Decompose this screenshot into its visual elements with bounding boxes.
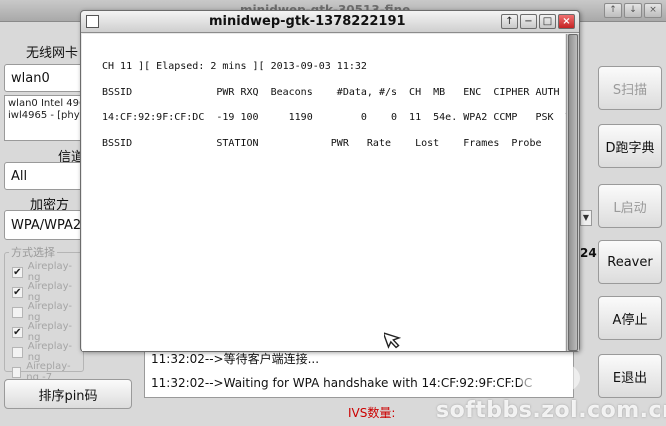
checkbox-unchecked-icon[interactable] [12, 306, 23, 318]
start-button[interactable]: L启动 [598, 184, 662, 228]
mouse-cursor-icon [384, 331, 402, 349]
mode-option[interactable]: Aireplay-ng [12, 301, 83, 323]
interface-info-line: wlan0 Intel 496 [8, 98, 84, 109]
checkbox-checked-icon[interactable]: ✔ [12, 286, 23, 298]
interface-info-line: iwl4965 - [phy0 [8, 110, 84, 121]
keep-above-icon[interactable]: ↑ [501, 14, 518, 29]
mode-option-label: Aireplay-ng [27, 321, 73, 343]
maximize-icon[interactable]: □ [539, 14, 556, 29]
terminal-status-line: CH 11 ][ Elapsed: 2 mins ][ 2013-09-03 1… [102, 61, 367, 72]
mode-option-label: Aireplay-ng [27, 281, 73, 303]
channel-select[interactable]: All [4, 162, 84, 190]
mode-option-label: Aireplay-ng [27, 261, 73, 283]
mode-option[interactable]: Aireplay-ng [12, 341, 83, 363]
scan-button[interactable]: S扫描 [598, 66, 662, 110]
log-line: 11:32:02-->Waiting for WPA handshake wit… [151, 376, 533, 390]
checkbox-checked-icon[interactable]: ✔ [12, 326, 23, 338]
terminal-controls: ↑ − □ × [501, 14, 575, 29]
scroll-down-icon[interactable]: ▼ [580, 210, 592, 226]
interface-label: 无线网卡 [26, 46, 79, 61]
log-area: 11:32:02-->等待客户端连接... 11:32:02-->Waiting… [144, 346, 574, 398]
mode-option[interactable]: ✔ Aireplay-ng [12, 281, 83, 303]
terminal-ap-header: BSSID PWR RXQ Beacons #Data, #/s CH MB E… [102, 87, 572, 98]
mode-option-label: Aireplay-ng [27, 341, 73, 363]
maximize-icon[interactable]: ↑ [604, 3, 622, 18]
terminal-output[interactable]: CH 11 ][ Elapsed: 2 mins ][ 2013-09-03 1… [82, 34, 572, 351]
minimize-icon[interactable]: ↓ [624, 3, 642, 18]
sort-pin-button[interactable]: 排序pin码 [4, 379, 132, 409]
terminal-scrollbar-thumb[interactable] [568, 34, 578, 351]
terminal-window[interactable]: minidwep-gtk-1378222191 ↑ − □ × CH 11 ][… [80, 10, 580, 352]
background-window-controls: ↑ ↓ × [604, 3, 662, 18]
mode-option[interactable]: ✔ Aireplay-ng [12, 321, 83, 343]
exit-button[interactable]: E退出 [598, 354, 662, 398]
interface-select[interactable]: wlan0 [4, 64, 84, 92]
dictionary-button[interactable]: D跑字典 [598, 124, 662, 168]
terminal-titlebar[interactable]: minidwep-gtk-1378222191 ↑ − □ × [81, 11, 579, 33]
mode-option-label: Aireplay-ng [27, 301, 73, 323]
mode-option[interactable]: ✔ Aireplay-ng [12, 261, 83, 283]
checkbox-unchecked-icon[interactable] [12, 366, 22, 378]
terminal-icon [86, 15, 99, 28]
stop-button[interactable]: A停止 [598, 296, 662, 340]
terminal-scrollbar[interactable] [566, 34, 579, 351]
watermark-bubble [520, 360, 580, 396]
watermark: softbbs.zol.com.cn [436, 398, 666, 423]
close-icon[interactable]: × [558, 14, 575, 29]
terminal-station-header: BSSID STATION PWR Rate Lost Frames Probe [102, 138, 542, 149]
close-icon[interactable]: × [644, 3, 662, 18]
interface-info-list: wlan0 Intel 496 iwl4965 - [phy0 [4, 95, 84, 141]
mode-group-title: 方式选择 [9, 244, 57, 260]
minimize-icon[interactable]: − [520, 14, 537, 29]
reaver-button[interactable]: Reaver [598, 240, 662, 284]
checkbox-checked-icon[interactable]: ✔ [12, 266, 23, 278]
mode-group: 方式选择 ✔ Aireplay-ng ✔ Aireplay-ng Airepla… [4, 244, 84, 383]
encryption-select[interactable]: WPA/WPA2 [4, 210, 84, 240]
channel-number: 24 [580, 246, 597, 260]
ivs-count-label: IVS数量: [348, 406, 396, 420]
checkbox-unchecked-icon[interactable] [12, 346, 23, 358]
terminal-ap-row: 14:CF:92:9F:CF:DC -19 100 1190 0 0 11 54… [102, 112, 572, 123]
terminal-title: minidwep-gtk-1378222191 [209, 14, 406, 29]
